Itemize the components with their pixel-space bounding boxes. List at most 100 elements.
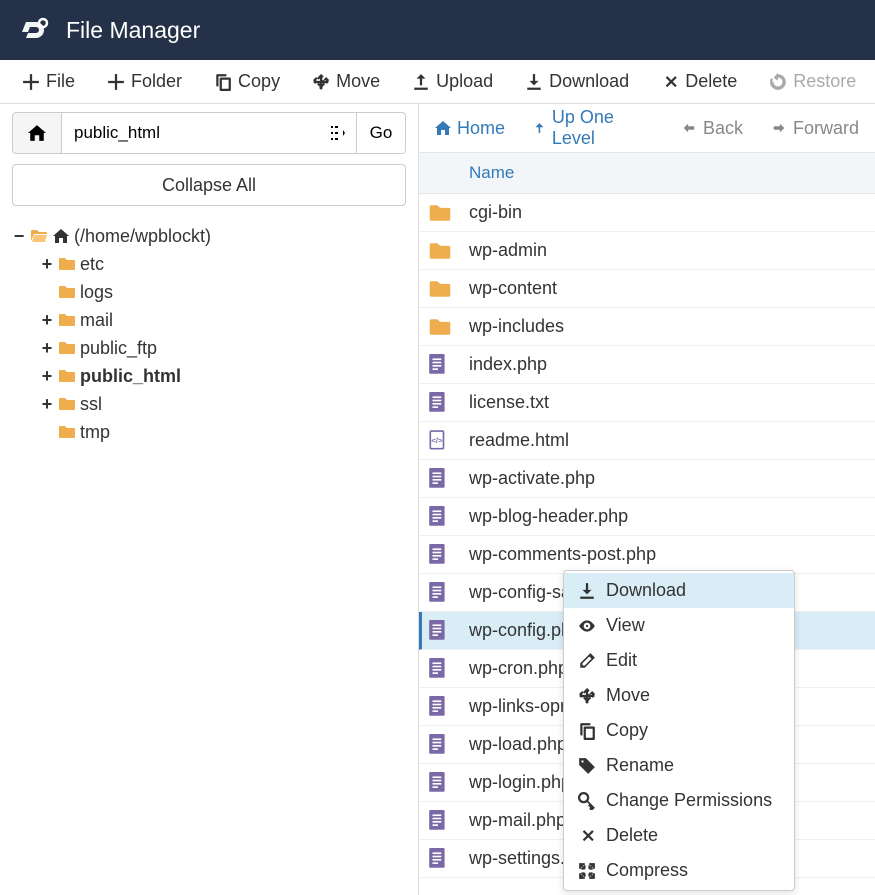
ctx-compress[interactable]: Compress (564, 853, 794, 888)
file-php-icon (429, 544, 451, 566)
new-file-button[interactable]: File (6, 65, 91, 98)
home-icon (435, 120, 451, 136)
ctx-copy[interactable]: Copy (564, 713, 794, 748)
home-button[interactable] (12, 112, 62, 154)
tree-item-public-html[interactable]: +public_html (12, 362, 406, 390)
file-txt-icon (429, 392, 451, 414)
download-button[interactable]: Download (509, 65, 645, 98)
delete-button[interactable]: Delete (645, 65, 753, 98)
tree-item-logs[interactable]: logs (12, 278, 406, 306)
column-header-name[interactable]: Name (419, 152, 875, 194)
restore-button[interactable]: Restore (753, 65, 872, 98)
folder-icon (429, 202, 451, 224)
ctx-view[interactable]: View (564, 608, 794, 643)
file-php-icon (429, 810, 451, 832)
file-row[interactable]: wp-content (419, 270, 875, 308)
new-folder-button[interactable]: Folder (91, 65, 198, 98)
tree-item-etc[interactable]: +etc (12, 250, 406, 278)
folder-open-icon (30, 229, 48, 243)
folder-icon (58, 257, 76, 271)
folder-icon (58, 313, 76, 327)
file-row[interactable]: license.txt (419, 384, 875, 422)
file-row[interactable]: wp-admin (419, 232, 875, 270)
file-php-icon (429, 620, 451, 642)
ctx-permissions[interactable]: Change Permissions (564, 783, 794, 818)
left-panel: Go Collapse All − (/home/wpblockt) +etc … (0, 104, 418, 895)
expand-icon[interactable]: + (40, 362, 54, 390)
home-icon (28, 124, 46, 142)
tree-item-mail[interactable]: +mail (12, 306, 406, 334)
expand-icon[interactable]: + (40, 306, 54, 334)
nav-back[interactable]: Back (681, 118, 743, 139)
tree-root[interactable]: − (/home/wpblockt) (12, 222, 406, 250)
move-button[interactable]: Move (296, 65, 396, 98)
file-php-icon (429, 734, 451, 756)
go-button[interactable]: Go (356, 112, 406, 154)
file-html-icon (429, 430, 451, 452)
app-title: File Manager (66, 17, 200, 44)
file-row[interactable]: wp-comments-post.php (419, 536, 875, 574)
file-php-icon (429, 354, 451, 376)
arrow-left-icon (681, 121, 697, 135)
tag-icon (578, 757, 596, 775)
folder-icon (429, 278, 451, 300)
arrow-right-icon (771, 121, 787, 135)
file-row[interactable]: wp-blog-header.php (419, 498, 875, 536)
directory-list-button[interactable] (320, 112, 356, 154)
file-row[interactable]: cgi-bin (419, 194, 875, 232)
plus-icon (107, 73, 125, 91)
ctx-rename[interactable]: Rename (564, 748, 794, 783)
delete-icon (661, 73, 679, 91)
tree-item-ssl[interactable]: +ssl (12, 390, 406, 418)
file-row[interactable]: index.php (419, 346, 875, 384)
edit-icon (578, 652, 596, 670)
download-icon (525, 73, 543, 91)
copy-icon (214, 73, 232, 91)
toolbar: File Folder Copy Move Upload Download De… (0, 60, 875, 104)
ctx-edit[interactable]: Edit (564, 643, 794, 678)
arrow-up-icon (533, 120, 546, 136)
nav-forward[interactable]: Forward (771, 118, 859, 139)
move-icon (312, 73, 330, 91)
folder-icon (58, 285, 76, 299)
delete-icon (578, 827, 596, 845)
move-icon (578, 687, 596, 705)
directory-tree: − (/home/wpblockt) +etc logs +mail +publ… (12, 222, 406, 446)
file-row[interactable]: wp-activate.php (419, 460, 875, 498)
file-php-icon (429, 582, 451, 604)
list-icon (331, 125, 345, 141)
file-php-icon (429, 772, 451, 794)
folder-icon (58, 369, 76, 383)
folder-icon (58, 425, 76, 439)
expand-icon[interactable]: + (40, 334, 54, 362)
copy-button[interactable]: Copy (198, 65, 296, 98)
path-input[interactable] (62, 112, 320, 154)
expand-icon[interactable]: + (40, 250, 54, 278)
expand-icon[interactable]: + (40, 390, 54, 418)
ctx-move[interactable]: Move (564, 678, 794, 713)
key-icon (578, 792, 596, 810)
nav-up[interactable]: Up One Level (533, 107, 653, 149)
context-menu: Download View Edit Move Copy Rename Chan… (563, 570, 795, 891)
file-php-icon (429, 468, 451, 490)
upload-icon (412, 73, 430, 91)
copy-icon (578, 722, 596, 740)
plus-icon (22, 73, 40, 91)
file-php-icon (429, 848, 451, 870)
ctx-delete[interactable]: Delete (564, 818, 794, 853)
tree-item-public-ftp[interactable]: +public_ftp (12, 334, 406, 362)
folder-icon (58, 397, 76, 411)
collapse-icon[interactable]: − (12, 222, 26, 250)
eye-icon (578, 617, 596, 635)
upload-button[interactable]: Upload (396, 65, 509, 98)
file-php-icon (429, 506, 451, 528)
tree-item-tmp[interactable]: tmp (12, 418, 406, 446)
nav-home[interactable]: Home (435, 118, 505, 139)
ctx-download[interactable]: Download (564, 573, 794, 608)
collapse-all-button[interactable]: Collapse All (12, 164, 406, 206)
file-row[interactable]: wp-includes (419, 308, 875, 346)
cpanel-logo-icon (18, 16, 52, 44)
file-row[interactable]: readme.html (419, 422, 875, 460)
folder-icon (429, 316, 451, 338)
restore-icon (769, 73, 787, 91)
